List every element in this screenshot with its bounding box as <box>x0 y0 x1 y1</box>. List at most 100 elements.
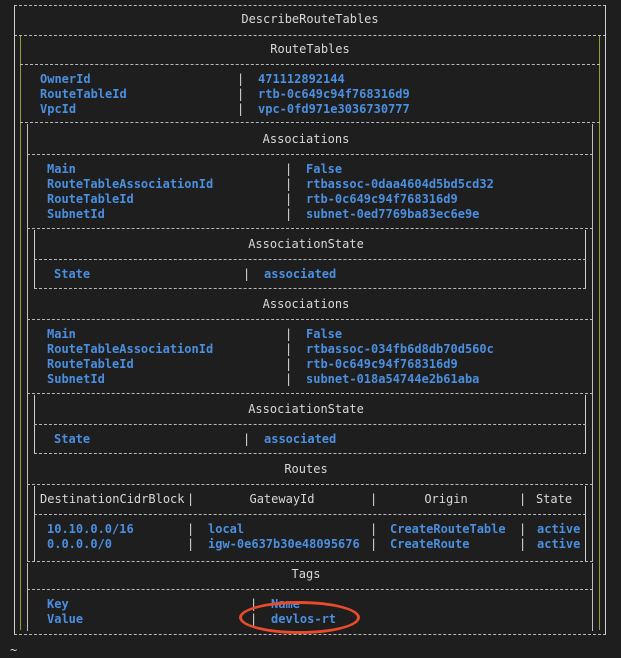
assoc1-id-value[interactable]: rtbassoc-0daa4604d5bd5cd32 <box>306 177 494 192</box>
route-row-1-gateway[interactable]: local <box>208 522 244 537</box>
route-row-2-state[interactable]: active <box>537 537 580 552</box>
col-separator: | <box>237 87 245 101</box>
rt-right-border <box>599 36 600 630</box>
col-separator: | <box>237 72 245 86</box>
route-row-2-gateway[interactable]: igw-0e637b30e48095676 <box>208 537 360 552</box>
route-row-2-origin[interactable]: CreateRoute <box>390 537 469 552</box>
assoc1-rt-value[interactable]: rtb-0c649c94f768316d9 <box>306 192 458 207</box>
col-header-state: State <box>535 492 573 506</box>
assoc2-state-key: State <box>54 432 91 446</box>
route-row-1-state[interactable]: active <box>537 522 580 537</box>
tags-header: Tags <box>291 567 321 581</box>
page-title: DescribeRouteTables <box>241 12 379 26</box>
assoc2-end-divider <box>27 393 593 394</box>
routes-header-divider <box>34 514 586 515</box>
state1-bottom <box>34 288 586 289</box>
highlight-circle <box>239 601 360 634</box>
outer-right-border <box>605 5 606 635</box>
tag-key-label: Key <box>47 597 69 611</box>
routes-inner-right <box>585 486 586 562</box>
col-separator: | <box>285 357 293 371</box>
col-separator: | <box>187 492 195 506</box>
col-separator: | <box>285 177 293 191</box>
col-separator: | <box>187 522 195 536</box>
routes-inner-left <box>34 486 35 562</box>
outer-left-border <box>14 5 15 635</box>
assoc2-state-value[interactable]: associated <box>264 432 336 447</box>
assoc1-subnet-key: SubnetId <box>47 207 105 221</box>
assoc1-main-key: Main <box>47 162 76 176</box>
bottom-border <box>14 634 606 635</box>
assoc2-subnet-value[interactable]: subnet-018a54744e2b61aba <box>306 372 479 387</box>
col-separator: | <box>285 162 293 176</box>
col-separator: | <box>285 207 293 221</box>
tags-right-border <box>592 563 593 631</box>
top-border <box>14 5 606 6</box>
routes-header: Routes <box>284 462 328 476</box>
route-tables-header: RouteTables <box>270 42 350 56</box>
assoc2-id-value[interactable]: rtbassoc-034fb6d8db70d560c <box>306 342 494 357</box>
route-row-1-origin[interactable]: CreateRouteTable <box>390 522 506 537</box>
shell-prompt[interactable]: ~ <box>10 643 17 658</box>
assoc1-subnet-value[interactable]: subnet-0ed7769ba83ec6e9e <box>306 207 479 222</box>
rt-left-border <box>20 36 21 630</box>
col-separator: | <box>370 492 378 506</box>
assoc2-main-key: Main <box>47 327 76 341</box>
col-separator: | <box>519 537 527 551</box>
vpc-id-value[interactable]: vpc-0fd971e3036730777 <box>258 102 410 117</box>
col-separator: | <box>519 522 527 536</box>
assoc2-divider <box>27 319 593 320</box>
assoc1-rt-key: RouteTableId <box>47 192 134 206</box>
assoc1-main-value[interactable]: False <box>306 162 342 177</box>
rt-id-key: RouteTableId <box>40 87 127 101</box>
col-separator: | <box>370 537 378 551</box>
assoc2-id-key: RouteTableAssociationId <box>47 342 214 356</box>
terminal-window[interactable]: DescribeRouteTables RouteTables OwnerId … <box>0 0 621 658</box>
assoc2-main-value[interactable]: False <box>306 327 342 342</box>
col-header-dest: DestinationCidrBlock <box>40 492 185 506</box>
assoc2-rt-key: RouteTableId <box>47 357 134 371</box>
col-header-origin: Origin <box>424 492 468 506</box>
rt-table-divider <box>20 122 600 123</box>
rt-id-value[interactable]: rtb-0c649c94f768316d9 <box>258 87 410 102</box>
col-separator: | <box>370 522 378 536</box>
col-separator: | <box>237 102 245 116</box>
assoc2-subnet-key: SubnetId <box>47 372 105 386</box>
state1-divider <box>34 259 586 260</box>
tags-left-border <box>27 563 28 631</box>
state2-bottom <box>34 453 586 454</box>
col-separator: | <box>285 327 293 341</box>
col-header-gateway: GatewayId <box>249 492 315 506</box>
col-separator: | <box>187 537 195 551</box>
title-divider <box>14 35 606 36</box>
assoc-right-border <box>592 124 593 562</box>
col-separator: | <box>285 192 293 206</box>
assoc1-id-key: RouteTableAssociationId <box>47 177 214 191</box>
assoc1-state-value[interactable]: associated <box>264 267 336 282</box>
assoc2-rt-value[interactable]: rtb-0c649c94f768316d9 <box>306 357 458 372</box>
assoc-state-header-1: AssociationState <box>248 237 364 251</box>
assoc1-divider <box>27 154 593 155</box>
assoc1-end-divider <box>27 228 593 229</box>
rt-title-divider <box>20 64 600 65</box>
assoc1-state-key: State <box>54 267 91 281</box>
route-row-1-dest[interactable]: 10.10.0.0/16 <box>47 522 134 537</box>
assoc-state-header-2: AssociationState <box>248 402 364 416</box>
associations-header-1: Associations <box>262 132 350 146</box>
tag-value-label: Value <box>47 612 84 626</box>
col-separator: | <box>285 372 293 386</box>
col-separator: | <box>285 342 293 356</box>
col-separator: | <box>243 267 251 281</box>
state2-divider <box>34 424 586 425</box>
associations-header-2: Associations <box>262 297 350 311</box>
assoc-left-border <box>27 124 28 562</box>
routes-bottom <box>27 561 593 562</box>
owner-id-value[interactable]: 471112892144 <box>258 72 345 87</box>
vpc-id-key: VpcId <box>40 102 77 116</box>
route-row-2-dest[interactable]: 0.0.0.0/0 <box>47 537 112 552</box>
col-separator: | <box>243 432 251 446</box>
tags-divider <box>27 589 593 590</box>
col-separator: | <box>519 492 527 506</box>
owner-id-key: OwnerId <box>40 72 91 86</box>
routes-title-divider <box>27 484 593 485</box>
